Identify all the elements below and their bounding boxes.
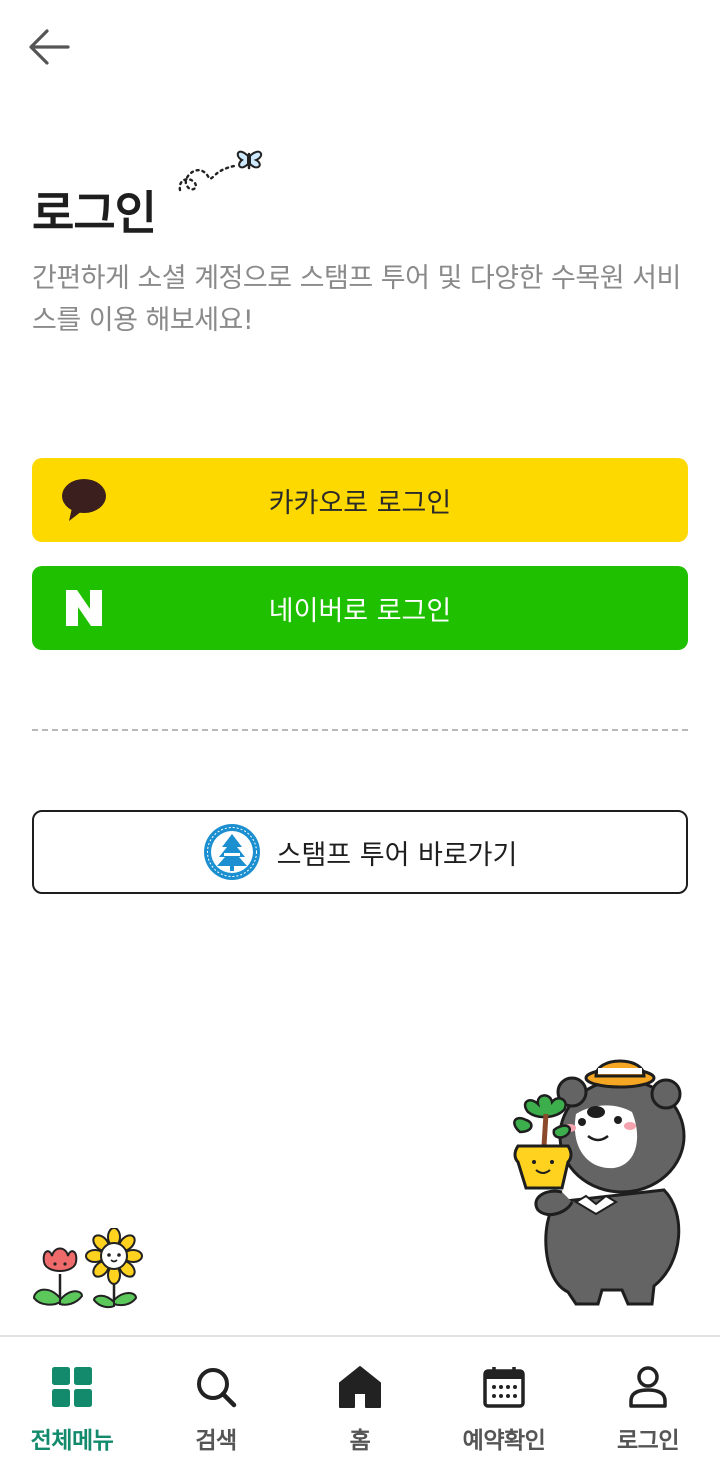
login-page: 로그인 간편하게 소셜 계정으로 스탬프 투어 및 다양한 수목원 서비스를 이… — [0, 0, 720, 1480]
nav-item-all-menu[interactable]: 전체메뉴 — [0, 1337, 144, 1480]
arboretum-logo-icon — [203, 824, 260, 880]
nav-label-home: 홈 — [349, 1428, 371, 1454]
nav-item-reservation[interactable]: 예약확인 — [432, 1337, 576, 1480]
kakao-login-label: 카카오로 로그인 — [268, 487, 452, 519]
nav-item-home[interactable]: 홈 — [288, 1337, 432, 1480]
page-subtitle: 간편하게 소셜 계정으로 스탬프 투어 및 다양한 수목원 서비스를 이용 해보… — [32, 263, 681, 336]
nav-item-login[interactable]: 로그인 — [576, 1337, 720, 1480]
arrow-left-icon — [29, 29, 70, 65]
nav-label-reservation: 예약확인 — [462, 1428, 546, 1454]
nav-label-login: 로그인 — [617, 1428, 679, 1454]
user-icon — [629, 1366, 667, 1408]
search-icon — [197, 1368, 237, 1408]
nav-item-search[interactable]: 검색 — [144, 1337, 288, 1480]
bear-mascot-illustration — [513, 1059, 686, 1306]
page-title: 로그인 — [32, 186, 157, 240]
speech-bubble-icon — [62, 479, 106, 521]
kakao-login-button[interactable]: 카카오로 로그인 — [32, 458, 688, 542]
stamp-tour-button[interactable]: 스탬프 투어 바로가기 — [32, 810, 688, 894]
naver-login-button[interactable]: 네이버로 로그인 — [32, 566, 688, 650]
bottom-navigation: 전체메뉴 검색 홈 예약확인 로그인 — [0, 1335, 720, 1480]
home-icon — [339, 1366, 381, 1408]
naver-n-icon — [66, 590, 102, 626]
stamp-tour-label: 스탬프 투어 바로가기 — [276, 839, 518, 871]
nav-label-all-menu: 전체메뉴 — [30, 1428, 114, 1454]
divider — [32, 729, 688, 731]
grid-icon — [52, 1367, 92, 1407]
nav-label-search: 검색 — [195, 1428, 237, 1454]
butterfly-icon — [178, 150, 263, 192]
flowers-illustration — [32, 1228, 143, 1309]
naver-login-label: 네이버로 로그인 — [268, 595, 452, 627]
back-button[interactable] — [26, 26, 74, 68]
calendar-icon — [483, 1367, 525, 1408]
